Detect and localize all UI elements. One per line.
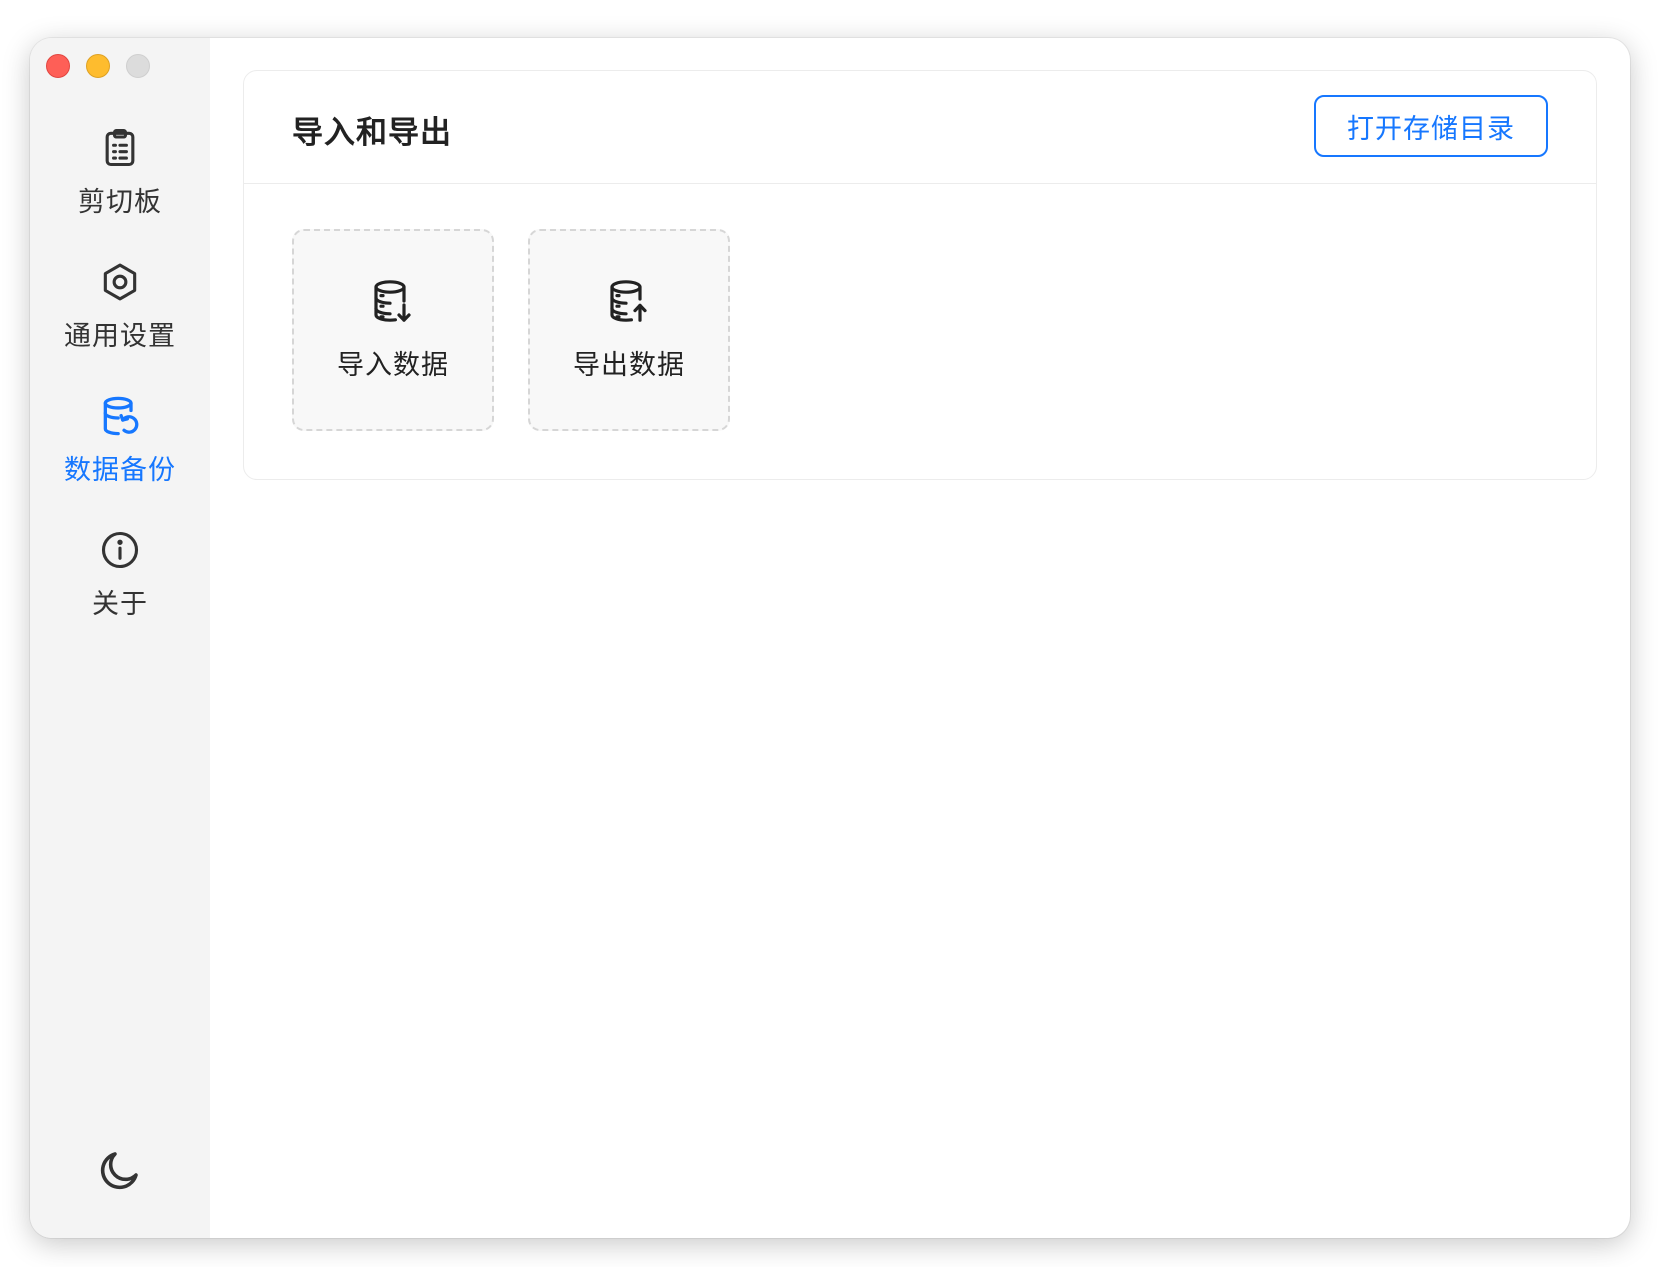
minimize-window-button[interactable] [86,54,110,78]
open-storage-directory-button[interactable]: 打开存储目录 [1314,95,1548,157]
sidebar-item-clipboard[interactable]: 剪切板 [30,126,210,219]
import-data-label: 导入数据 [337,350,449,381]
sidebar-item-about[interactable]: 关于 [30,528,210,621]
app-window: 剪切板 通用设置 数据备份 关于 导入和导出 打开存储目录 导入数据 导出数据 [30,38,1630,1238]
export-data-tile[interactable]: 导出数据 [528,229,730,431]
sidebar-item-label: 数据备份 [64,455,176,486]
sidebar-item-label: 关于 [92,589,148,620]
info-circle-icon [101,531,139,569]
section-title: 导入和导出 [292,115,452,151]
action-tiles: 导入数据 导出数据 [292,229,730,431]
database-import-icon [374,280,411,322]
database-export-icon [610,280,647,322]
close-window-button[interactable] [46,54,70,78]
moon-icon[interactable] [96,1146,144,1194]
import-data-tile[interactable]: 导入数据 [292,229,494,431]
zoom-window-button[interactable] [126,54,150,78]
settings-hexagon-icon [103,263,137,301]
import-export-card: 导入和导出 打开存储目录 导入数据 导出数据 [243,70,1597,480]
sidebar-item-label: 通用设置 [64,321,176,352]
card-header: 导入和导出 打开存储目录 [244,71,1596,184]
window-controls [46,54,150,78]
sidebar-item-data-backup[interactable]: 数据备份 [30,394,210,487]
sidebar: 剪切板 通用设置 数据备份 关于 [30,38,210,1238]
clipboard-icon [105,129,135,167]
sidebar-item-general-settings[interactable]: 通用设置 [30,260,210,353]
export-data-label: 导出数据 [573,350,685,381]
sidebar-item-label: 剪切板 [78,187,162,218]
database-restore-icon [103,396,139,436]
